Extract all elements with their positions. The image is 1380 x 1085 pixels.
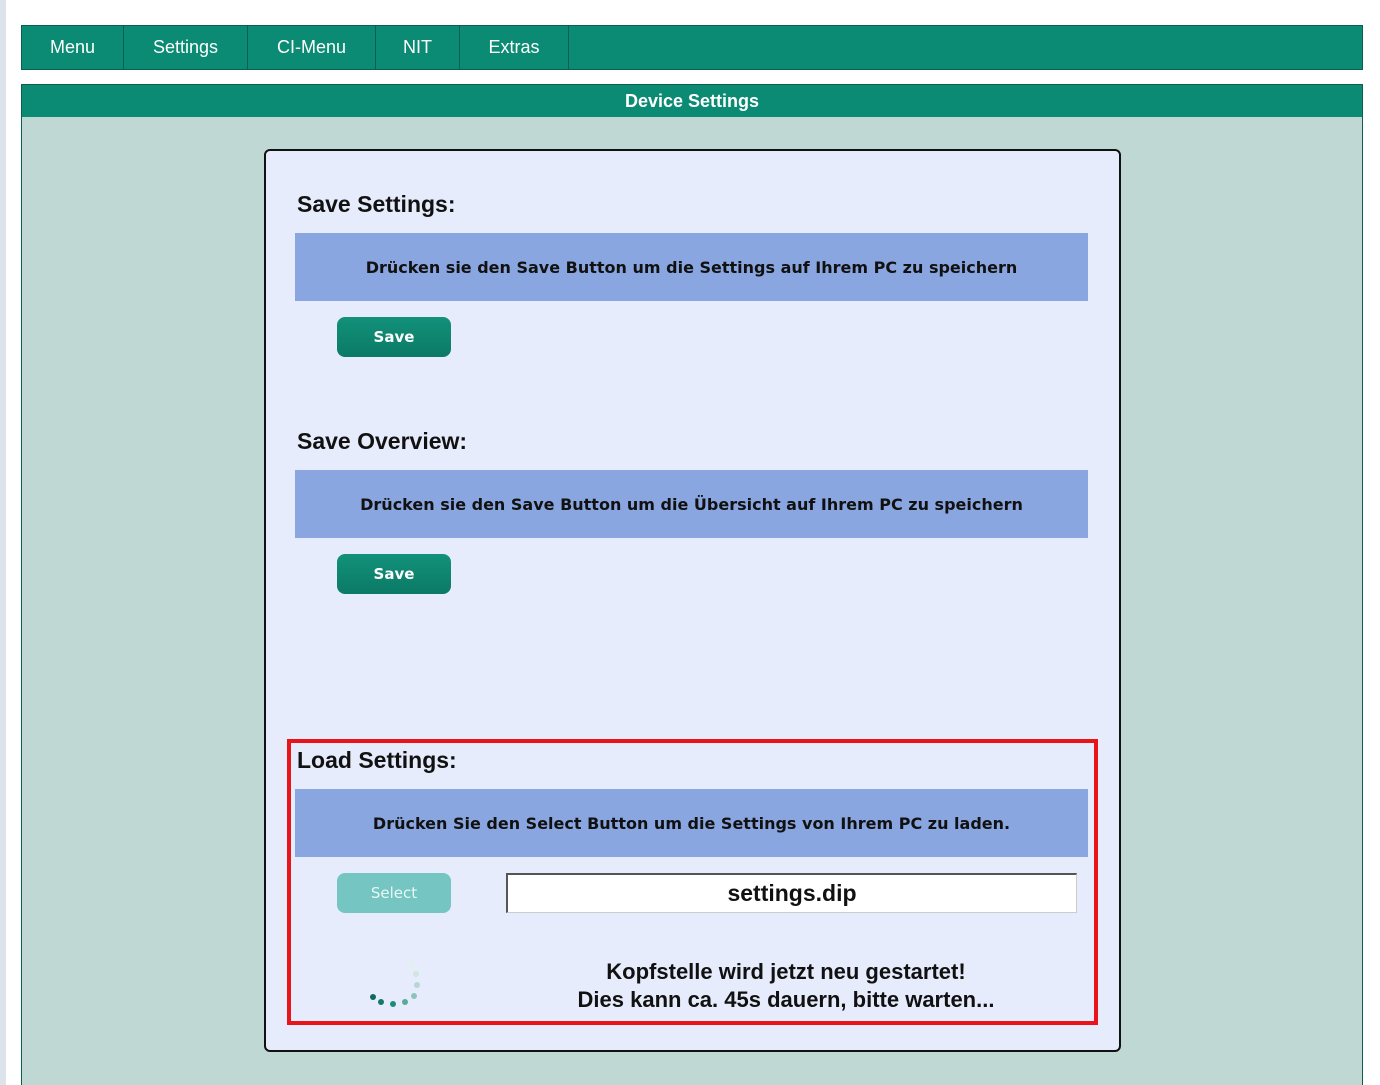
save-overview-info: Drücken sie den Save Button um die Übers… xyxy=(295,470,1088,538)
save-settings-title: Save Settings: xyxy=(297,191,456,217)
nav-item-nit[interactable]: NIT xyxy=(376,26,460,69)
top-navigation-bar: Menu Settings CI-Menu NIT Extras xyxy=(21,25,1363,70)
nav-item-ci-menu[interactable]: CI-Menu xyxy=(248,26,376,69)
save-settings-info: Drücken sie den Save Button um die Setti… xyxy=(295,233,1088,301)
highlight-load-settings-box xyxy=(287,739,1098,1025)
nav-item-menu[interactable]: Menu xyxy=(22,26,124,69)
nav-item-settings[interactable]: Settings xyxy=(124,26,248,69)
panel-title: Device Settings xyxy=(21,84,1363,118)
nav-item-extras[interactable]: Extras xyxy=(460,26,569,69)
save-overview-title: Save Overview: xyxy=(297,428,468,454)
save-overview-button[interactable]: Save xyxy=(337,554,451,594)
save-settings-button[interactable]: Save xyxy=(337,317,451,357)
